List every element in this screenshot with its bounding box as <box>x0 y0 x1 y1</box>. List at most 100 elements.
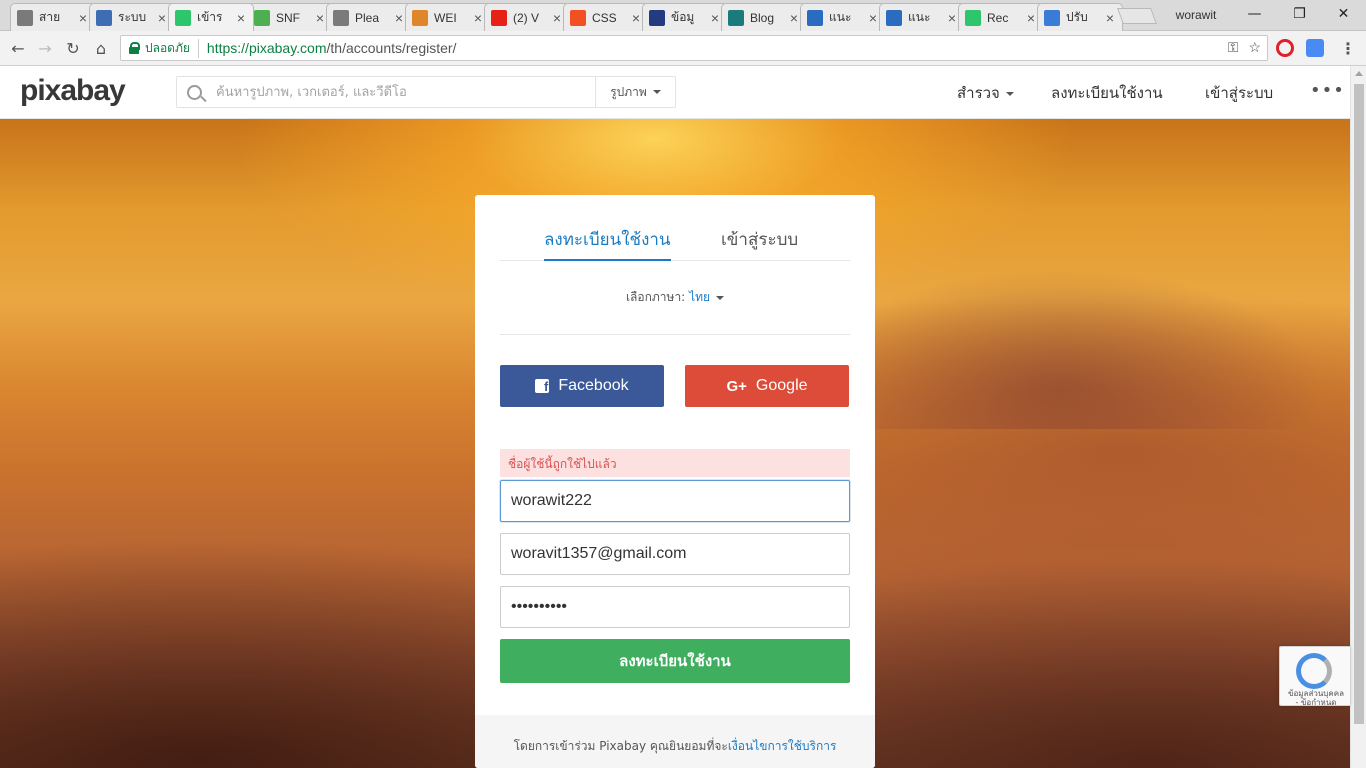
close-tab-icon[interactable]: × <box>551 10 563 26</box>
document-icon <box>17 9 33 26</box>
browser-tab[interactable]: Blog × <box>721 3 807 31</box>
facebook-login-button[interactable]: f Facebook <box>500 365 664 407</box>
browser-tab[interactable]: Rec × <box>958 3 1044 31</box>
tab-title: CSS <box>592 10 617 25</box>
search-bar: รูปภาพ <box>176 76 676 108</box>
scroll-up-icon[interactable] <box>1355 71 1363 76</box>
close-tab-icon[interactable]: × <box>472 10 484 26</box>
browser-tab[interactable]: แนะ × <box>879 3 965 31</box>
scrollbar-thumb[interactable] <box>1354 84 1364 724</box>
close-tab-icon[interactable]: × <box>235 10 247 26</box>
close-tab-icon[interactable]: × <box>788 10 800 26</box>
tab-title: (2) V <box>513 10 540 25</box>
tab-title: ปรับ <box>1066 10 1088 24</box>
browser-toolbar: ← → ↻ ⌂ ปลอดภัย https://pixabay.com/th/a… <box>0 31 1366 66</box>
browser-tab[interactable]: (2) V × <box>484 3 570 31</box>
recaptcha-badge[interactable]: ข้อมูลส่วนบุคคล - ข้อกำหนด <box>1279 646 1350 707</box>
browser-tab[interactable]: WEI × <box>405 3 491 31</box>
search-input[interactable] <box>216 78 595 106</box>
url-text[interactable]: https://pixabay.com/th/accounts/register… <box>207 40 457 56</box>
pixabay-favicon <box>175 9 191 26</box>
restore-icon[interactable]: ❐ <box>1277 0 1322 28</box>
forward-icon[interactable]: → <box>33 37 57 59</box>
translate-extension-icon[interactable] <box>1306 39 1324 57</box>
google-login-button[interactable]: G+ Google <box>685 365 849 407</box>
r-icon <box>807 9 823 26</box>
minimize-icon[interactable]: — <box>1232 0 1277 28</box>
google-label: Google <box>755 377 808 394</box>
register-submit-button[interactable]: ลงทะเบียนใช้งาน <box>500 639 850 683</box>
new-tab-button[interactable] <box>1117 8 1157 24</box>
security-label: ปลอดภัย <box>145 38 199 58</box>
tab-title: ข้อมู <box>671 10 695 24</box>
nav-login[interactable]: เข้าสู่ระบบ <box>1205 81 1273 105</box>
page-scrollbar[interactable] <box>1350 66 1366 768</box>
tab-title: Plea <box>355 10 380 25</box>
password-field[interactable] <box>500 586 850 628</box>
pixabay-logo[interactable]: pixabay <box>20 74 126 108</box>
browser-tab[interactable]: SNF × <box>247 3 333 31</box>
browser-tab[interactable]: สาย × <box>10 3 96 31</box>
tab-title: Blog <box>750 10 775 25</box>
username-field[interactable] <box>500 480 850 522</box>
media-type-label: รูปภาพ <box>610 84 647 99</box>
browser-tab[interactable]: ระบบ × <box>89 3 175 31</box>
chevron-down-icon <box>716 295 725 300</box>
close-tab-icon[interactable]: × <box>867 10 879 26</box>
close-tab-icon[interactable]: × <box>1104 10 1116 26</box>
home-icon[interactable]: ⌂ <box>89 37 113 59</box>
language-label: เลือกภาษา: <box>625 290 686 304</box>
browser-tab[interactable]: ปรับ × <box>1037 3 1123 31</box>
browser-tab[interactable]: แนะ × <box>800 3 886 31</box>
key-icon[interactable]: ⚿ <box>1228 39 1239 56</box>
menu-icon[interactable]: ⋮ <box>1336 37 1360 59</box>
close-tab-icon[interactable]: × <box>630 10 642 26</box>
tab-title: แนะ <box>908 10 931 24</box>
close-tab-icon[interactable]: × <box>314 10 326 26</box>
pixabay-favicon <box>965 9 981 26</box>
close-tab-icon[interactable]: × <box>709 10 721 26</box>
media-type-select[interactable]: รูปภาพ <box>595 77 675 107</box>
opera-extension-icon[interactable] <box>1276 39 1294 57</box>
tab-title: เข้าร <box>197 10 223 24</box>
tab-title: Rec <box>987 10 1009 25</box>
search-icon[interactable] <box>187 84 202 100</box>
tab-login[interactable]: เข้าสู่ระบบ <box>721 226 798 261</box>
more-menu-icon[interactable]: ••• <box>1310 80 1345 101</box>
nav-explore[interactable]: สำรวจ <box>957 81 1014 105</box>
close-tab-icon[interactable]: × <box>156 10 168 26</box>
email-field[interactable] <box>500 533 850 575</box>
nav-register[interactable]: ลงทะเบียนใช้งาน <box>1051 81 1163 105</box>
lock-icon <box>129 42 140 54</box>
tab-register[interactable]: ลงทะเบียนใช้งาน <box>544 226 671 261</box>
tab-title: สาย <box>39 10 61 24</box>
profile-button[interactable]: worawit <box>1160 5 1232 25</box>
register-card: ลงทะเบียนใช้งาน เข้าสู่ระบบ เลือกภาษา: ไ… <box>475 195 875 768</box>
blog-icon <box>728 9 744 26</box>
browser-tab[interactable]: CSS × <box>563 3 649 31</box>
language-value[interactable]: ไทย <box>689 290 710 304</box>
language-selector[interactable]: เลือกภาษา: ไทย <box>500 288 850 307</box>
browser-tab-strip: สาย × ระบบ × เข้าร × SNF × Plea × WEI × (2) V × CSS × ข้… <box>0 0 1366 31</box>
close-tab-icon[interactable]: × <box>77 10 89 26</box>
r-icon <box>886 9 902 26</box>
address-bar[interactable]: ปลอดภัย https://pixabay.com/th/accounts/… <box>120 35 1268 61</box>
tab-title: SNF <box>276 10 300 25</box>
site-header: pixabay รูปภาพ สำรวจ ลงทะเบียนใช้งาน เข้… <box>0 66 1350 119</box>
tab-title: WEI <box>434 10 457 25</box>
browser-tab[interactable]: ข้อมู × <box>642 3 728 31</box>
close-tab-icon[interactable]: × <box>393 10 405 26</box>
reload-icon[interactable]: ↻ <box>61 37 85 59</box>
terms-link[interactable]: เงื่อนไขการใช้บริการ <box>728 739 837 753</box>
star-icon[interactable]: ☆ <box>1248 39 1261 56</box>
back-icon[interactable]: ← <box>6 37 30 59</box>
close-tab-icon[interactable]: × <box>946 10 958 26</box>
mountain-silhouette <box>870 249 1350 429</box>
tab-title: ระบบ <box>118 10 147 24</box>
windows-icon <box>570 9 586 26</box>
close-window-icon[interactable]: ✕ <box>1321 0 1366 28</box>
browser-tab[interactable]: เข้าร × <box>168 3 254 31</box>
chevron-down-icon <box>1005 91 1014 96</box>
close-tab-icon[interactable]: × <box>1025 10 1037 26</box>
browser-tab[interactable]: Plea × <box>326 3 412 31</box>
